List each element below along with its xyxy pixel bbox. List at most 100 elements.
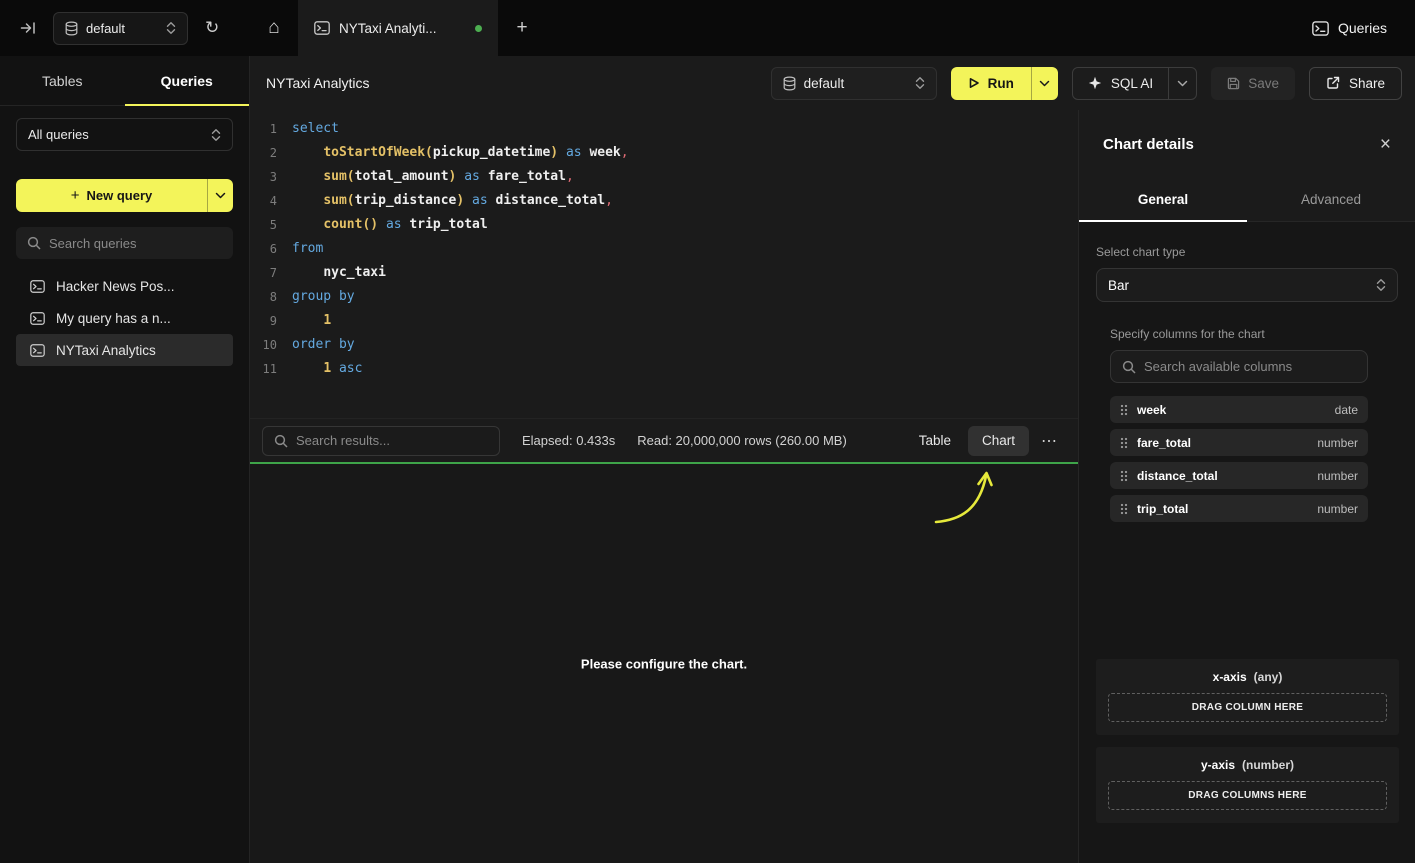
tab-advanced[interactable]: Advanced [1247,178,1415,221]
sidebar-query-item[interactable]: Hacker News Pos... [16,270,233,302]
main-area: NYTaxi Analytics default [250,56,1415,863]
results-toolbar: Elapsed: 0.433s Read: 20,000,000 rows (2… [250,418,1078,462]
save-icon [1227,77,1240,90]
run-options-button[interactable] [1031,67,1058,100]
line-number: 5 [250,213,292,237]
table-view-button[interactable]: Table [905,426,965,456]
tab-nytaxi-analytics[interactable]: NYTaxi Analyti... [298,0,498,56]
results-search-input[interactable] [296,433,488,448]
y-axis-title: y-axis(number) [1108,758,1387,772]
sql-ai-dropdown-button[interactable] [1168,68,1196,99]
y-axis-section: y-axis(number) DRAG COLUMNS HERE [1096,747,1399,823]
chart-column-item[interactable]: distance_totalnumber [1110,462,1368,489]
line-number: 9 [250,309,292,333]
chevron-down-icon [1177,80,1188,87]
console-icon [30,312,45,325]
sql-editor[interactable]: 1select2 toStartOfWeek(pickup_datetime) … [250,110,1078,418]
sidebar-search[interactable] [16,227,233,259]
sidebar-search-input[interactable] [49,236,222,251]
topbar: default ↻ ⌂ NYTaxi Analyti... + [0,0,1415,56]
results-search[interactable] [262,426,500,456]
query-filter-select[interactable]: All queries [16,118,233,151]
query-item-label: Hacker News Pos... [56,279,175,294]
sidebar-tab-tables[interactable]: Tables [0,56,125,105]
columns-label: Specify columns for the chart [1110,327,1368,341]
line-number: 8 [250,285,292,309]
line-number: 7 [250,261,292,285]
chart-column-item[interactable]: trip_totalnumber [1110,495,1368,522]
x-axis-section: x-axis(any) DRAG COLUMN HERE [1096,659,1399,735]
code-line: 9 1 [250,309,1078,333]
query-list: Hacker News Pos... My query has a n...NYT… [0,270,249,366]
chart-column-item[interactable]: fare_totalnumber [1110,429,1368,456]
columns-search[interactable] [1110,350,1368,383]
line-number: 6 [250,237,292,261]
sidebar-tab-queries[interactable]: Queries [125,56,250,105]
sparkle-icon [1088,76,1102,90]
unsaved-status-dot [475,25,482,32]
x-axis-drop-zone[interactable]: DRAG COLUMN HERE [1108,693,1387,722]
drag-handle-icon[interactable] [1120,437,1128,449]
more-options-button[interactable]: ⋯ [1032,431,1066,451]
topbar-database-select[interactable]: default [53,12,188,45]
database-select[interactable]: default [771,67,937,100]
console-icon [1312,21,1329,36]
columns-search-input[interactable] [1144,359,1356,374]
x-axis-label: x-axis [1213,670,1247,684]
code-line: 4 sum(trip_distance) as distance_total, [250,189,1078,213]
console-icon [314,21,330,35]
chart-view-button[interactable]: Chart [968,426,1029,456]
columns-group: Specify columns for the chart weekdate fa… [1110,327,1368,522]
new-query-dropdown-button[interactable] [207,179,233,212]
save-button[interactable]: Save [1211,67,1295,100]
sidebar-query-item[interactable]: NYTaxi Analytics [16,334,233,366]
topbar-database-value: default [86,21,125,36]
axes-config: x-axis(any) DRAG COLUMN HERE y-axis(numb… [1096,659,1399,823]
new-tab-button[interactable]: + [498,0,546,56]
code-line: 5 count() as trip_total [250,213,1078,237]
sidebar-query-item[interactable]: My query has a n... [16,302,233,334]
code-line: 1select [250,117,1078,141]
y-axis-type-hint: (number) [1242,758,1294,772]
new-query-main[interactable]: + New query [16,179,207,212]
code-line: 10order by [250,333,1078,357]
tab-title: NYTaxi Analyti... [339,21,466,36]
run-main[interactable]: Run [951,67,1031,100]
queries-button[interactable]: Queries [1312,20,1387,36]
sql-ai-button[interactable]: SQL AI [1072,67,1197,100]
rows-read: Read: 20,000,000 rows (260.00 MB) [637,433,847,448]
view-toggle: Table Chart ⋯ [905,426,1066,456]
share-button[interactable]: Share [1309,67,1402,100]
collapse-sidebar-button[interactable] [20,21,36,35]
sql-ai-main[interactable]: SQL AI [1073,68,1168,99]
queries-button-label: Queries [1338,20,1387,36]
column-name: fare_total [1137,436,1191,450]
save-label: Save [1248,76,1279,91]
y-axis-drop-zone[interactable]: DRAG COLUMNS HERE [1108,781,1387,810]
drag-handle-icon[interactable] [1120,503,1128,515]
collapse-panel-icon [20,21,36,35]
chevron-down-icon [1039,80,1050,87]
line-number: 2 [250,141,292,165]
new-query-button[interactable]: + New query [16,179,233,212]
refresh-button[interactable]: ↻ [205,18,219,38]
select-chevrons-icon [915,76,925,90]
panel-tabs: General Advanced [1079,178,1415,222]
home-icon: ⌂ [268,17,279,39]
share-label: Share [1349,76,1385,91]
tab-home[interactable]: ⌂ [250,0,298,56]
tab-general[interactable]: General [1079,178,1247,221]
drag-handle-icon[interactable] [1120,404,1128,416]
topbar-left: default ↻ [0,0,250,56]
run-button[interactable]: Run [951,67,1058,100]
drag-handle-icon[interactable] [1120,470,1128,482]
database-icon [65,21,78,36]
line-number: 11 [250,357,292,381]
column-name: distance_total [1137,469,1218,483]
close-icon[interactable]: × [1380,135,1391,154]
share-icon [1326,76,1340,90]
chart-type-select[interactable]: Bar [1096,268,1398,302]
chart-column-item[interactable]: weekdate [1110,396,1368,423]
line-number: 10 [250,333,292,357]
tab-strip: ⌂ NYTaxi Analyti... + [250,0,546,56]
